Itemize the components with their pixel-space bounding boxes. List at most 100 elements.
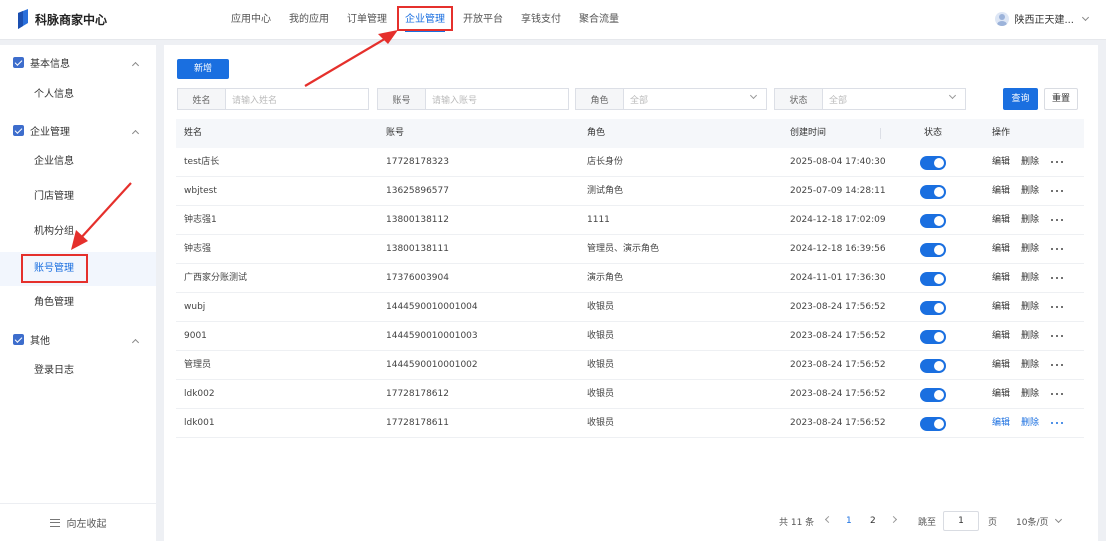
nav-enterprise-management[interactable]: 企业管理 — [396, 0, 454, 40]
status-toggle[interactable] — [920, 330, 946, 344]
query-button[interactable]: 查询 — [1003, 88, 1038, 110]
delete-link[interactable]: 删除 — [1021, 322, 1039, 351]
nav-open-platform[interactable]: 开放平台 — [454, 0, 512, 40]
highlight-box — [21, 254, 88, 283]
status-toggle[interactable] — [920, 301, 946, 315]
more-actions-icon[interactable] — [1051, 248, 1063, 251]
chevron-up-icon — [131, 61, 140, 70]
status-toggle[interactable] — [920, 214, 946, 228]
cell-name: test店长 — [184, 157, 220, 167]
collapse-sidebar-button[interactable]: 向左收起 — [0, 503, 156, 541]
nav-aggregate-traffic[interactable]: 聚合流量 — [570, 0, 628, 40]
sidebar-item-store-management[interactable]: 门店管理 — [0, 180, 156, 214]
checkbox-icon — [13, 124, 24, 136]
status-toggle[interactable] — [920, 359, 946, 373]
column-header-account: 账号 — [386, 128, 405, 138]
status-select[interactable]: 全部 — [823, 89, 965, 109]
sidebar-item-role-management[interactable]: 角色管理 — [0, 286, 156, 320]
delete-link[interactable]: 删除 — [1021, 351, 1039, 380]
nav-app-center[interactable]: 应用中心 — [222, 0, 280, 40]
delete-link[interactable]: 删除 — [1021, 293, 1039, 322]
delete-link[interactable]: 删除 — [1021, 264, 1039, 293]
role-select[interactable]: 全部 — [624, 89, 766, 109]
delete-link[interactable]: 删除 — [1021, 177, 1039, 206]
table-row: test店长 17728178323 店长身份 2025-08-04 17:40:30… — [176, 148, 1084, 177]
status-toggle[interactable] — [920, 243, 946, 257]
edit-link[interactable]: 编辑 — [992, 293, 1010, 322]
more-actions-icon[interactable] — [1051, 161, 1063, 164]
cell-role: 管理员、演示角色 — [587, 244, 660, 254]
status-filter-label: 状态 — [775, 89, 823, 109]
cell-role: 收银员 — [587, 302, 615, 312]
edit-link[interactable]: 编辑 — [992, 264, 1010, 293]
page-unit-label: 页 — [988, 517, 998, 528]
sidebar-item-login-log[interactable]: 登录日志 — [0, 354, 156, 388]
brand-logo[interactable]: 科脉商家中心 — [16, 9, 107, 29]
cell-created: 2023-08-24 17:56:52 — [790, 418, 886, 428]
more-actions-icon[interactable] — [1051, 219, 1063, 222]
reset-button[interactable]: 重置 — [1044, 88, 1078, 110]
edit-link[interactable]: 编辑 — [992, 322, 1010, 351]
status-toggle[interactable] — [920, 417, 946, 431]
nav-my-apps[interactable]: 我的应用 — [280, 0, 338, 40]
edit-link[interactable]: 编辑 — [992, 177, 1010, 206]
delete-link[interactable]: 删除 — [1021, 206, 1039, 235]
table-row: wbjtest 13625896577 测试角色 2025-07-09 14:28:1… — [176, 177, 1084, 206]
cell-created: 2024-11-01 17:36:30 — [790, 273, 886, 283]
sidebar-group-other[interactable]: 其他 — [0, 324, 156, 354]
collapse-label: 向左收起 — [66, 519, 107, 530]
jump-label: 跳至 — [918, 517, 937, 528]
sidebar-group-enterprise[interactable]: 企业管理 — [0, 115, 156, 145]
more-actions-icon[interactable] — [1051, 422, 1063, 425]
nav-order-management[interactable]: 订单管理 — [338, 0, 396, 40]
table-row: 管理员 1444590010001002 收银员 2023-08-24 17:56:5… — [176, 351, 1084, 380]
delete-link[interactable]: 删除 — [1021, 380, 1039, 409]
more-actions-icon[interactable] — [1051, 306, 1063, 309]
status-toggle[interactable] — [920, 185, 946, 199]
top-header: 科脉商家中心 应用中心 我的应用 订单管理 企业管理 开放平台 享钱支付 聚合流… — [0, 0, 1106, 40]
cell-role: 收银员 — [587, 389, 615, 399]
prev-page-icon[interactable] — [824, 515, 833, 524]
sidebar-item-org-groups[interactable]: 机构分组 — [0, 215, 156, 249]
cell-created: 2025-07-09 14:28:11 — [790, 186, 886, 196]
sidebar-item-account-management[interactable]: 账号管理 — [0, 252, 156, 286]
edit-link[interactable]: 编辑 — [992, 148, 1010, 177]
nav-xiangqian-pay[interactable]: 享钱支付 — [512, 0, 570, 40]
cell-account: 13625896577 — [386, 186, 449, 196]
delete-link[interactable]: 删除 — [1021, 148, 1039, 177]
cell-account: 17728178612 — [386, 389, 449, 399]
sidebar-group-basic-info[interactable]: 基本信息 — [0, 47, 156, 77]
page-jump-input[interactable]: 1 — [943, 511, 979, 531]
edit-link[interactable]: 编辑 — [992, 235, 1010, 264]
status-toggle[interactable] — [920, 272, 946, 286]
edit-link[interactable]: 编辑 — [992, 380, 1010, 409]
column-header-name: 姓名 — [184, 128, 203, 138]
more-actions-icon[interactable] — [1051, 335, 1063, 338]
edit-link[interactable]: 编辑 — [992, 409, 1010, 438]
page-size-select[interactable]: 10条/页 — [1016, 511, 1062, 531]
brand-logo-icon — [18, 9, 28, 29]
sidebar-item-enterprise-info[interactable]: 企业信息 — [0, 145, 156, 179]
edit-link[interactable]: 编辑 — [992, 206, 1010, 235]
page-size-value: 10条/页 — [1016, 517, 1049, 528]
cell-account: 13800138112 — [386, 215, 449, 225]
status-toggle[interactable] — [920, 156, 946, 170]
next-page-icon[interactable] — [889, 515, 898, 524]
sidebar-item-personal-info[interactable]: 个人信息 — [0, 78, 156, 112]
more-actions-icon[interactable] — [1051, 190, 1063, 193]
more-actions-icon[interactable] — [1051, 364, 1063, 367]
chevron-up-icon — [131, 129, 140, 138]
edit-link[interactable]: 编辑 — [992, 351, 1010, 380]
more-actions-icon[interactable] — [1051, 393, 1063, 396]
page-1-button[interactable]: 1 — [846, 511, 852, 531]
name-input[interactable]: 请输入姓名 — [226, 89, 368, 109]
more-actions-icon[interactable] — [1051, 277, 1063, 280]
delete-link[interactable]: 删除 — [1021, 409, 1039, 438]
delete-link[interactable]: 删除 — [1021, 235, 1039, 264]
user-menu[interactable]: 陕西正天建... — [995, 11, 1090, 26]
status-toggle[interactable] — [920, 388, 946, 402]
cell-name: wubj — [184, 302, 206, 312]
account-input[interactable]: 请输入账号 — [426, 89, 568, 109]
add-button[interactable]: 新增 — [177, 59, 229, 79]
page-2-button[interactable]: 2 — [870, 511, 876, 531]
